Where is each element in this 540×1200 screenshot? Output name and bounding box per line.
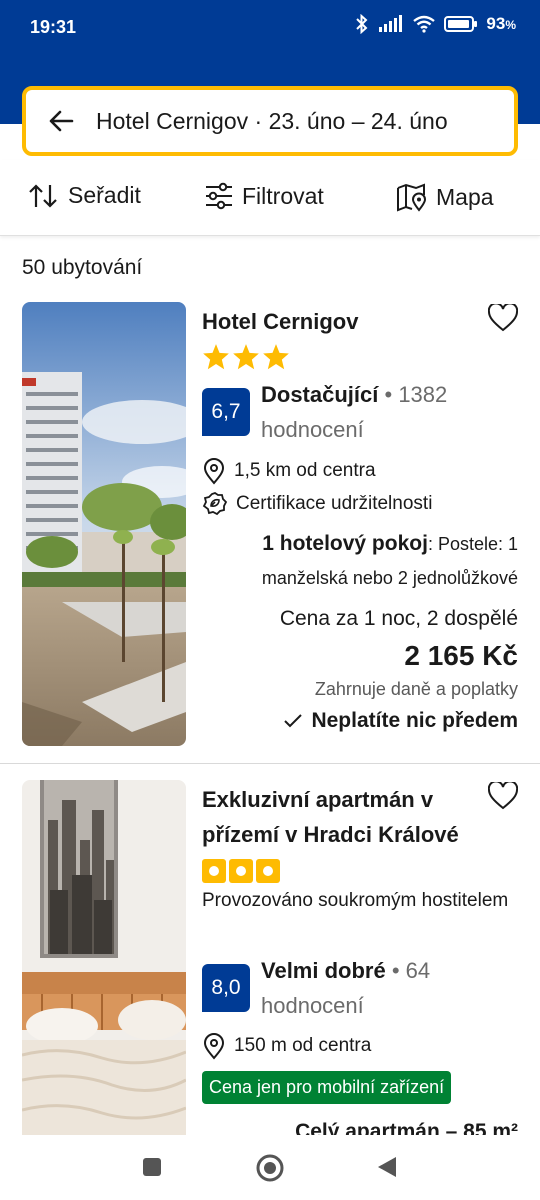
mobile-price-badge: Cena jen pro mobilní zařízení <box>202 1071 452 1104</box>
status-icons: 93% <box>354 14 516 34</box>
battery-level: 93% <box>486 14 516 33</box>
rating-summary: Velmi dobré • 64 hodnocení <box>261 953 511 1023</box>
signal-icon <box>379 15 403 32</box>
review-score-badge: 8,0 <box>202 964 250 1012</box>
property-name[interactable]: Exkluzivní apartmán v přízemí v Hradci K… <box>202 782 492 852</box>
square-rating-icon <box>202 859 226 883</box>
system-nav-bar <box>0 1135 540 1200</box>
no-prepayment-text: Neplatíte nic předem <box>311 709 518 732</box>
heart-icon[interactable] <box>488 304 518 332</box>
filter-sliders-icon <box>206 182 232 210</box>
recents-button[interactable] <box>142 1157 162 1177</box>
filter-button[interactable]: Filtrovat <box>204 182 324 210</box>
taxes-note: Zahrnuje daně a poplatky <box>314 679 518 699</box>
location-pin-icon <box>203 1033 225 1060</box>
toolbar: Seřadit Filtrovat Mapa <box>0 160 540 236</box>
star-icon <box>263 344 289 370</box>
sort-label: Seřadit <box>68 182 141 208</box>
property-name[interactable]: Hotel Cernigov <box>202 304 358 339</box>
property-photo[interactable] <box>22 780 186 1135</box>
price-label: Cena za 1 noc, 2 dospělé <box>279 607 518 630</box>
sustainability-badge-icon <box>202 492 228 516</box>
star-icon <box>233 344 259 370</box>
square-rating-icon <box>256 859 280 883</box>
distance-row: 150 m od centra <box>202 1032 371 1060</box>
square-rating-icon <box>229 859 253 883</box>
room-description: 1 hotelový pokoj: Postele: 1 manželská n… <box>218 527 518 595</box>
arrow-left-icon <box>49 110 74 132</box>
rating-summary: Dostačující • 1382 hodnocení <box>261 377 511 447</box>
square-rating <box>202 859 280 883</box>
distance-row: 1,5 km od centra <box>202 457 376 485</box>
status-bar: 19:31 93% <box>0 0 540 56</box>
no-prepayment: Neplatíte nic předem <box>283 709 518 733</box>
status-time: 19:31 <box>30 17 77 37</box>
results-count: 50 ubytování <box>22 256 143 279</box>
sort-button[interactable]: Seřadit <box>28 182 141 209</box>
home-button[interactable] <box>256 1154 284 1182</box>
distance-text: 150 m od centra <box>234 1035 372 1056</box>
property-card[interactable]: Exkluzivní apartmán v přízemí v Hradci K… <box>0 780 540 1135</box>
bluetooth-icon <box>356 14 368 34</box>
distance-text: 1,5 km od centra <box>234 460 376 481</box>
search-box[interactable]: Hotel Cernigov · 23. úno – 24. úno <box>22 86 518 156</box>
sustainability-text: Certifikace udržitelnosti <box>236 493 433 514</box>
wifi-icon <box>413 15 436 33</box>
battery-icon <box>444 16 478 32</box>
rating-word: Velmi dobré <box>261 958 386 983</box>
checkmark-icon <box>284 714 303 728</box>
review-score-badge: 6,7 <box>202 388 250 436</box>
map-button[interactable]: Mapa <box>396 182 494 212</box>
property-photo[interactable] <box>22 302 186 746</box>
star-rating <box>202 343 290 371</box>
heart-icon[interactable] <box>488 782 518 810</box>
sustainability-row: Certifikace udržitelnosti <box>202 491 432 517</box>
location-pin-icon <box>203 458 225 485</box>
star-icon <box>203 344 229 370</box>
map-icon <box>397 183 427 212</box>
search-summary[interactable]: Hotel Cernigov · 23. úno – 24. úno <box>96 108 448 135</box>
sort-arrows-icon <box>29 183 57 208</box>
price: 2 165 Kč <box>404 640 518 671</box>
host-note: Provozováno soukromým hostitelem <box>202 890 509 911</box>
rating-word: Dostačující <box>261 382 379 407</box>
unit-type: Celý apartmán – 85 m² <box>295 1120 518 1135</box>
room-type: 1 hotelový pokoj <box>262 532 428 555</box>
map-label: Mapa <box>436 183 494 210</box>
property-card[interactable]: Hotel Cernigov 6,7 Dostačující • 1382 ho… <box>0 302 540 764</box>
back-nav-button[interactable] <box>376 1155 398 1179</box>
filter-label: Filtrovat <box>242 182 324 209</box>
back-button[interactable] <box>26 90 96 152</box>
